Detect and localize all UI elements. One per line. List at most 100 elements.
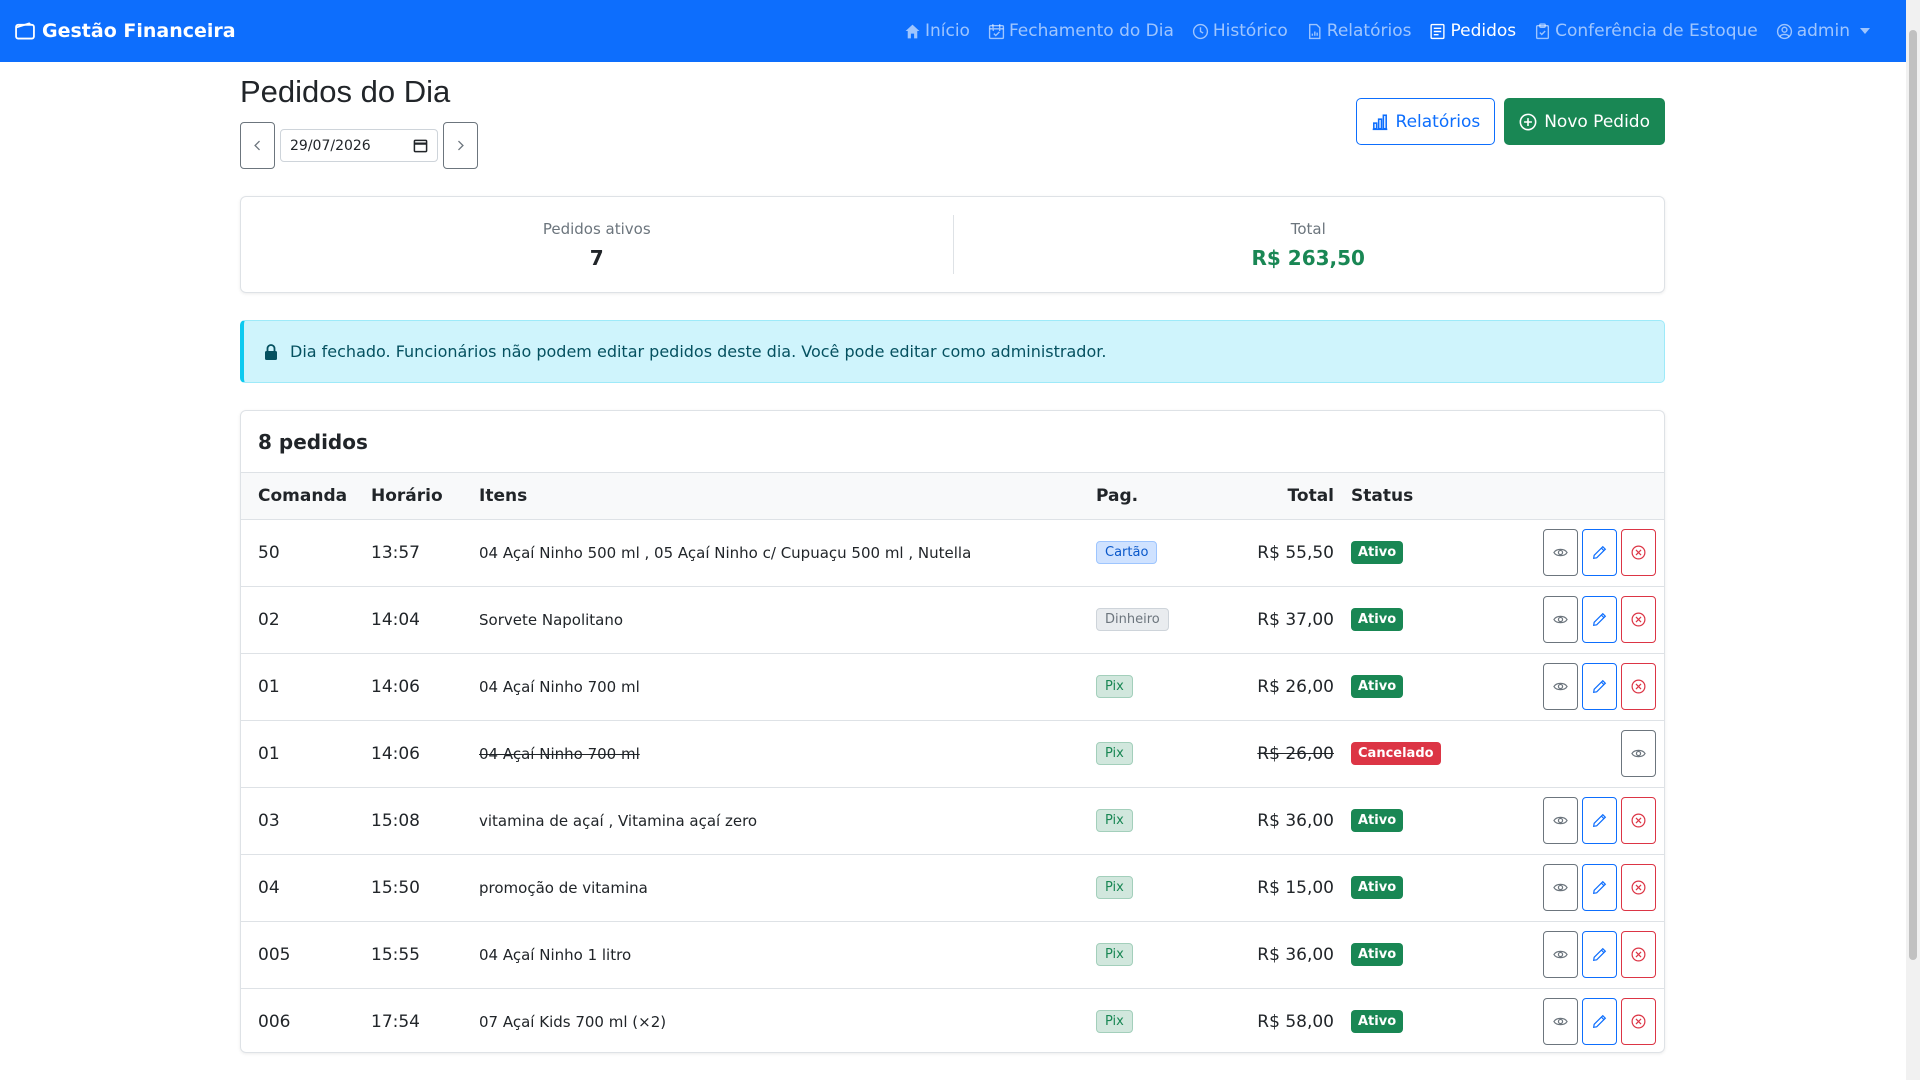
x-circle-icon — [1631, 880, 1646, 895]
cancel-order-button[interactable] — [1621, 529, 1656, 576]
eye-icon — [1553, 816, 1568, 825]
navbar: Gestão Financeira Início Fechamento do D… — [0, 0, 1906, 62]
scrollbar-thumb[interactable] — [1909, 30, 1917, 960]
nav-item-label: Histórico — [1212, 21, 1288, 41]
cancel-order-button[interactable] — [1621, 998, 1656, 1046]
status-badge: Ativo — [1351, 1010, 1404, 1034]
reports-button[interactable]: Relatórios — [1355, 98, 1496, 145]
nav-item-label: Início — [924, 21, 970, 41]
cell-comanda: 01 — [258, 676, 280, 697]
payment-badge: Pix — [1096, 742, 1133, 765]
cell-actions — [1501, 787, 1664, 854]
cell-comanda: 04 — [258, 877, 280, 898]
cell-horario: 14:06 — [371, 676, 420, 697]
cancel-order-button[interactable] — [1621, 864, 1656, 911]
view-order-button[interactable] — [1621, 730, 1656, 777]
nav-item-historico[interactable]: Histórico — [1192, 21, 1288, 41]
edit-order-button[interactable] — [1582, 797, 1617, 844]
table-row: 02 14:04 Sorvete Napolitano Dinheiro R$ 37,0… — [241, 586, 1664, 653]
new-order-button[interactable]: Novo Pedido — [1504, 98, 1665, 145]
orders-table-body: 50 13:57 04 Açaí Ninho 500 ml , 05 Açaí Ni… — [241, 519, 1664, 1052]
table-row: 50 13:57 04 Açaí Ninho 500 ml , 05 Açaí Ni… — [241, 519, 1664, 586]
cell-comanda: 03 — [258, 810, 280, 831]
nav-item-fechamento[interactable]: Fechamento do Dia — [988, 21, 1174, 41]
cell-total: R$ 55,50 — [1257, 542, 1334, 563]
orders-card: 8 pedidos Comanda Horário Itens Pag. Tot… — [240, 410, 1665, 1053]
header-actions: Relatórios Novo Pedido — [1355, 98, 1665, 145]
nav-item-inicio[interactable]: Início — [904, 21, 970, 41]
eye-icon — [1553, 1017, 1568, 1026]
edit-order-button[interactable] — [1582, 864, 1617, 911]
cancel-order-button[interactable] — [1621, 931, 1656, 978]
view-order-button[interactable] — [1543, 998, 1578, 1046]
cell-comanda: 02 — [258, 609, 280, 630]
bar-chart-icon — [1372, 113, 1387, 130]
next-day-button[interactable] — [443, 122, 478, 169]
status-badge: Ativo — [1351, 608, 1404, 631]
new-order-button-label: Novo Pedido — [1544, 111, 1650, 132]
table-row: 03 15:08 vitamina de açaí , Vitamina açaí … — [241, 787, 1664, 854]
brand-label: Gestão Financeira — [42, 20, 236, 42]
eye-icon — [1553, 615, 1568, 624]
date-navigator: 29/07/2026 — [240, 122, 478, 169]
view-order-button[interactable] — [1543, 529, 1578, 576]
edit-order-button[interactable] — [1582, 931, 1617, 978]
brand[interactable]: Gestão Financeira — [14, 20, 236, 42]
page-header: Pedidos do Dia 29/07/2026 Relatórios Nov… — [240, 62, 1665, 196]
cell-itens: 04 Açaí Ninho 1 litro — [479, 945, 632, 964]
cancel-order-button[interactable] — [1621, 797, 1656, 844]
pencil-icon — [1592, 1015, 1607, 1029]
plus-circle-icon — [1519, 113, 1537, 130]
edit-order-button[interactable] — [1582, 663, 1617, 710]
cell-itens: 07 Açaí Kids 700 ml (×2) — [479, 1012, 667, 1031]
scrollbar[interactable] — [1906, 0, 1920, 1080]
cell-total: R$ 36,00 — [1257, 810, 1334, 831]
eye-icon — [1553, 682, 1568, 691]
user-circle-icon — [1776, 23, 1792, 39]
payment-badge: Pix — [1096, 1010, 1133, 1034]
clipboard-check-icon — [1536, 22, 1550, 39]
orders-count: 8 pedidos — [241, 411, 1664, 473]
edit-order-button[interactable] — [1582, 529, 1617, 576]
status-badge: Ativo — [1351, 675, 1404, 698]
eye-icon — [1553, 883, 1568, 892]
wallet-icon — [15, 22, 35, 40]
cancel-order-button[interactable] — [1621, 596, 1656, 643]
cell-actions — [1501, 519, 1664, 586]
cell-comanda: 006 — [258, 1011, 291, 1032]
cancel-order-button[interactable] — [1621, 663, 1656, 710]
calendar-icon[interactable] — [413, 138, 428, 153]
view-order-button[interactable] — [1543, 596, 1578, 643]
col-pagamento: Pag. — [1096, 473, 1214, 520]
page-title: Pedidos do Dia — [240, 74, 451, 109]
cell-horario: 14:06 — [371, 743, 420, 764]
payment-badge: Pix — [1096, 675, 1133, 698]
date-input[interactable]: 29/07/2026 — [280, 129, 438, 162]
nav-item-conferencia[interactable]: Conferência de Estoque — [1534, 21, 1758, 41]
view-order-button[interactable] — [1543, 797, 1578, 844]
reports-button-label: Relatórios — [1395, 111, 1481, 132]
edit-order-button[interactable] — [1582, 998, 1617, 1046]
nav-item-relatorios[interactable]: Relatórios — [1306, 21, 1411, 41]
nav-item-pedidos[interactable]: Pedidos — [1429, 21, 1516, 41]
cell-pagamento: Pix — [1096, 720, 1214, 787]
payment-badge: Pix — [1096, 809, 1133, 832]
user-menu[interactable]: admin — [1776, 21, 1870, 41]
pencil-icon — [1592, 545, 1607, 560]
view-order-button[interactable] — [1543, 931, 1578, 978]
cell-status: Ativo — [1351, 988, 1501, 1052]
cell-pagamento: Pix — [1096, 988, 1214, 1052]
view-order-button[interactable] — [1543, 663, 1578, 710]
eye-icon — [1553, 548, 1568, 557]
summary-active-value: 7 — [589, 245, 604, 270]
orders-table: Comanda Horário Itens Pag. Total Status … — [241, 473, 1664, 1052]
previous-day-button[interactable] — [240, 122, 275, 169]
cell-comanda: 50 — [258, 542, 280, 563]
cell-total: R$ 15,00 — [1257, 877, 1334, 898]
edit-order-button[interactable] — [1582, 596, 1617, 643]
status-badge: Ativo — [1351, 876, 1404, 899]
view-order-button[interactable] — [1543, 864, 1578, 911]
col-status: Status — [1351, 473, 1501, 520]
cell-total: R$ 58,00 — [1257, 1011, 1334, 1032]
pencil-icon — [1592, 813, 1607, 828]
